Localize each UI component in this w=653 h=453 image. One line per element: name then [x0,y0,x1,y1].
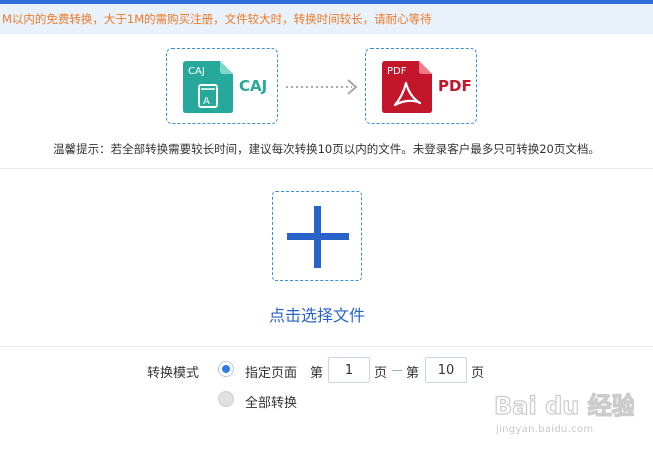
to-page-input[interactable] [425,357,467,383]
source-format-label: CAJ [239,77,268,95]
target-format-box: PDF PDF [365,48,477,124]
baidu-jingyan-watermark: Bai du 经验 [494,391,634,420]
select-file-link[interactable]: 点击选择文件 [0,302,634,326]
to-page-prefix: 第 [406,366,420,381]
radio-convert-all[interactable] [218,391,234,407]
svg-text:CAJ: CAJ [188,66,205,77]
target-format-label: PDF [438,77,472,95]
plus-icon [287,206,349,268]
from-page-prefix: 第 [310,366,324,381]
notice-banner: M以内的免费转换，大于1M的需购买注册，文件较大时，转换时间较长，请耐心等待 [0,4,653,34]
arrow-right-icon [286,79,358,95]
specify-pages-label[interactable]: 指定页面 [245,362,297,381]
divider [0,168,653,169]
watermark-url: jingyan.baidu.com [496,424,594,435]
pdf-file-icon: PDF [382,61,432,113]
radio-specify-pages[interactable] [218,361,234,377]
conversion-mode-label: 转换模式 [147,366,200,381]
to-page-suffix: 页 [471,366,485,381]
source-format-box: CAJ A CAJ [166,48,278,124]
svg-text:A: A [203,96,210,107]
from-page-input[interactable] [328,357,370,383]
svg-text:Bai du 经验: Bai du 经验 [494,392,634,420]
svg-text:PDF: PDF [387,66,407,77]
convert-all-label[interactable]: 全部转换 [245,392,297,411]
upload-dropzone[interactable] [272,191,362,281]
tip-text: 温馨提示：若全部转换需要较长时间，建议每次转换10页以内的文件。未登录客户最多只… [53,142,600,156]
divider [0,346,653,347]
caj-file-icon: CAJ A [183,61,233,113]
range-dash [392,370,402,371]
from-page-suffix: 页 [374,366,388,381]
